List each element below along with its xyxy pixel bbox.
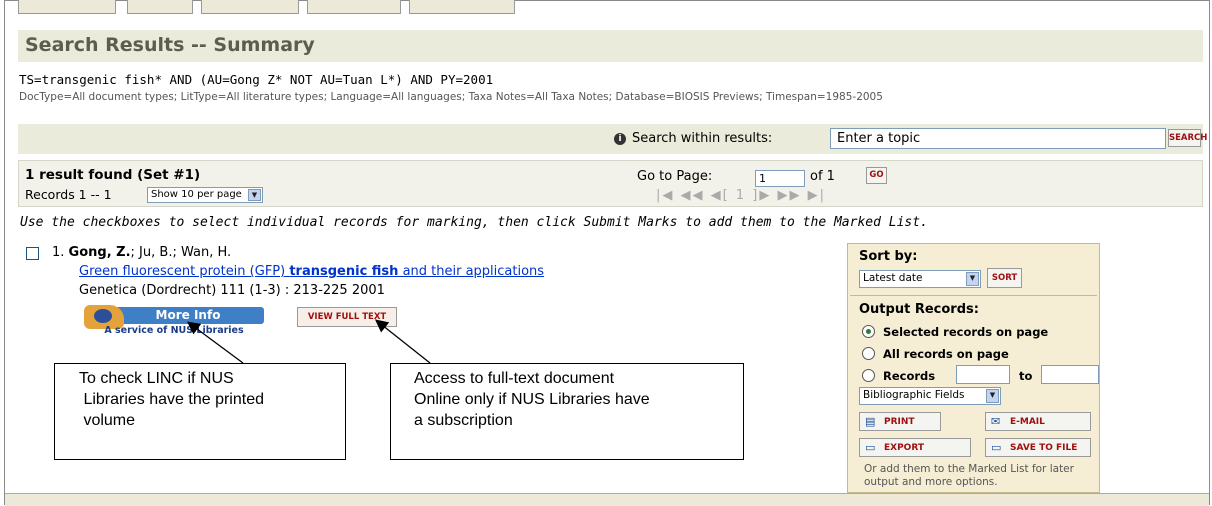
- status-bar: [5, 493, 1209, 506]
- arrow-to-more-info: [186, 321, 244, 364]
- arrow-to-full-text: [374, 319, 431, 364]
- callout-arrows: [186, 319, 431, 364]
